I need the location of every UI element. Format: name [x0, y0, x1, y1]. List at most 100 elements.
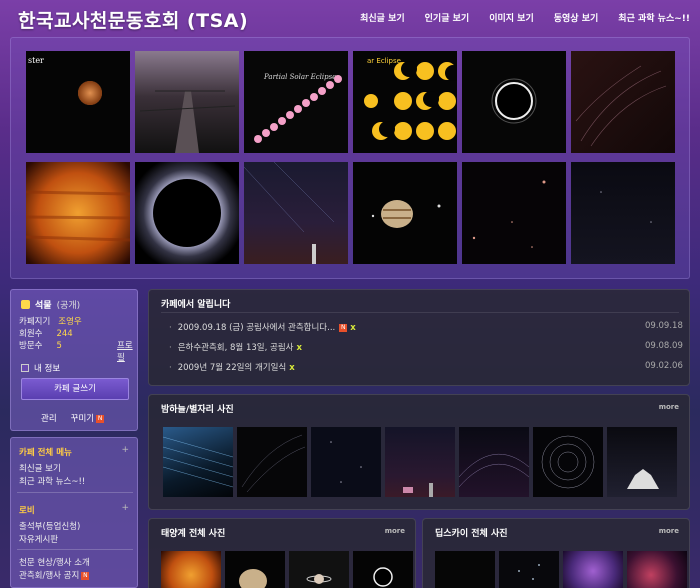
- starfield-photo[interactable]: [462, 162, 566, 264]
- attachment-x-icon: x: [296, 343, 302, 353]
- star-trail-photo[interactable]: [459, 427, 529, 497]
- partial-eclipse-sequence-photo[interactable]: Partial Solar Eclipse: [244, 51, 348, 153]
- castle-night-photo[interactable]: [607, 427, 677, 497]
- panel-divider: [161, 312, 679, 313]
- menu-item-observation-notice[interactable]: 관측회/행사 공지 N: [19, 569, 90, 581]
- notice-row[interactable]: · 2009.09.18 (금) 공림사에서 관측합니다... Nx 09.09.1…: [169, 321, 683, 333]
- total-eclipse-photo[interactable]: [462, 51, 566, 153]
- circular-trail-photo[interactable]: [533, 427, 603, 497]
- menu-head-lobby[interactable]: 로비: [19, 504, 35, 516]
- decorate-link[interactable]: 꾸미기 N: [70, 412, 105, 424]
- write-post-button[interactable]: 카페 글쓰기: [21, 378, 129, 400]
- night-sky-panel: 밤하늘/별자리 사진 more: [148, 394, 690, 510]
- menu-divider: [17, 492, 133, 493]
- notice-panel: 카페에서 알립니다 · 2009.09.18 (금) 공림사에서 관측합니다...…: [148, 289, 690, 386]
- checkbox-icon: [21, 364, 29, 372]
- deep-sky-photo[interactable]: [435, 551, 495, 588]
- attachment-x-icon: x: [350, 323, 356, 333]
- menu-item-astro-events[interactable]: 천문 현상/행사 소개: [19, 556, 90, 568]
- more-link[interactable]: more: [385, 527, 405, 535]
- notice-row[interactable]: · 은하수관측회, 8월 13일, 공림사 x 09.08.09: [169, 341, 683, 353]
- starfield-photo[interactable]: [311, 427, 381, 497]
- sun-photo[interactable]: [161, 551, 221, 588]
- saturn-photo[interactable]: [289, 551, 349, 588]
- members-label: 회원수: [19, 329, 43, 339]
- city-night-photo[interactable]: [385, 427, 455, 497]
- bullet-icon: ·: [169, 323, 172, 333]
- notice-date: 09.09.18: [645, 321, 683, 331]
- visits-row: 방문수 5 프로필: [19, 339, 139, 363]
- eclipse-photo[interactable]: [353, 551, 413, 588]
- jupiter-photo[interactable]: ster: [26, 51, 130, 153]
- night-sky-tower-photo[interactable]: [244, 162, 348, 264]
- panel-title: 밤하늘/별자리 사진: [161, 405, 234, 415]
- new-badge-icon: N: [96, 414, 105, 423]
- cafe-name: 석물: [35, 301, 52, 311]
- visits-label: 방문수: [19, 341, 43, 351]
- nav-videos[interactable]: 동영상 보기: [554, 11, 599, 24]
- menu-item-observation-label: 관측회/행사 공지: [19, 571, 80, 581]
- menu-divider: [17, 549, 133, 550]
- more-link[interactable]: more: [659, 527, 679, 535]
- cafe-icon: [21, 300, 30, 309]
- manager-value[interactable]: 조영우: [58, 317, 81, 327]
- visibility-label: (공개): [56, 301, 81, 311]
- my-info-label: 내 정보: [34, 364, 61, 374]
- menu-item-science-news[interactable]: 최근 과학 뉴스~!!: [19, 475, 85, 487]
- expand-plus-icon[interactable]: +: [121, 445, 129, 455]
- nav-images[interactable]: 이미지 보기: [489, 11, 534, 24]
- jupiter-photo[interactable]: [225, 551, 285, 588]
- cafe-profile-box: 석물 (공개) 카페지기 조영우 회원수 244 방문수 5 프로필 내 정보 카페 …: [10, 289, 138, 431]
- admin-link[interactable]: 관리: [41, 412, 57, 424]
- solar-system-panel: 태양계 전체 사진 more: [148, 518, 416, 588]
- thumb-caption: ar Eclipse: [367, 57, 401, 65]
- profile-link[interactable]: 프로필: [117, 339, 139, 363]
- members-row: 회원수 244: [19, 327, 73, 339]
- decorate-label: 꾸미기: [70, 414, 95, 424]
- notice-date: 09.08.09: [645, 341, 683, 351]
- corona-eclipse-photo[interactable]: [135, 162, 239, 264]
- star-trails-photo[interactable]: [571, 51, 675, 153]
- red-nebula-photo[interactable]: [627, 551, 687, 588]
- thumb-caption: Partial Solar Eclipse: [263, 73, 336, 81]
- nav-science-news[interactable]: 최근 과학 뉴스~!!: [618, 11, 690, 24]
- admin-row: 관리 꾸미기 N: [41, 412, 105, 424]
- menu-item-latest[interactable]: 최신글 보기: [19, 462, 61, 474]
- boardwalk-photo[interactable]: [135, 51, 239, 153]
- manager-label: 카페지기: [19, 317, 51, 327]
- new-badge-icon: N: [81, 571, 90, 580]
- site-title[interactable]: 한국교사천문동호회 (TSA): [18, 6, 248, 33]
- star-trail-photo[interactable]: [163, 427, 233, 497]
- panel-title: 딥스카이 전체 사진: [435, 529, 508, 539]
- star-cluster-photo[interactable]: [499, 551, 559, 588]
- dark-sky-photo[interactable]: [237, 427, 307, 497]
- notice-text: 은하수관측회, 8월 13일, 공림사: [177, 343, 294, 353]
- notice-text: 2009.09.18 (금) 공림사에서 관측합니다...: [177, 323, 336, 333]
- jupiter-moons-photo[interactable]: [353, 162, 457, 264]
- my-info[interactable]: 내 정보: [21, 362, 60, 374]
- members-value: 244: [56, 329, 73, 339]
- header: 한국교사천문동호회 (TSA) 최신글 보기 인기글 보기 이미지 보기 동영상…: [0, 0, 700, 34]
- menu-head-all[interactable]: 카페 전체 메뉴: [19, 446, 72, 458]
- panel-title: 태양계 전체 사진: [161, 529, 226, 539]
- notice-row[interactable]: · 2009년 7월 22일의 개기일식 x 09.02.06: [169, 361, 683, 373]
- nav-popular-posts[interactable]: 인기글 보기: [425, 11, 470, 24]
- nav-latest-posts[interactable]: 최신글 보기: [360, 11, 405, 24]
- bullet-icon: ·: [169, 363, 172, 373]
- sun-closeup-photo[interactable]: [26, 162, 130, 264]
- expand-plus-icon[interactable]: +: [121, 503, 129, 513]
- cafe-name-row: 석물 (공개): [21, 298, 80, 311]
- left-sidebar: 석물 (공개) 카페지기 조영우 회원수 244 방문수 5 프로필 내 정보 카페 …: [10, 289, 138, 588]
- attachment-x-icon: x: [289, 363, 295, 373]
- top-nav: 최신글 보기 인기글 보기 이미지 보기 동영상 보기 최근 과학 뉴스~!!: [360, 11, 690, 24]
- more-link[interactable]: more: [659, 403, 679, 411]
- deep-sky-panel: 딥스카이 전체 사진 more: [422, 518, 690, 588]
- panel-title: 카페에서 알립니다: [161, 300, 231, 310]
- notice-text: 2009년 7월 22일의 개기일식: [177, 363, 287, 373]
- menu-item-attendance[interactable]: 출석부(등업신청): [19, 520, 80, 532]
- nebula-photo[interactable]: [563, 551, 623, 588]
- dark-sky-photo[interactable]: [571, 162, 675, 264]
- eclipse-phases-grid-photo[interactable]: ar Eclipse: [353, 51, 457, 153]
- menu-item-free-board[interactable]: 자유게시판: [19, 533, 58, 545]
- cafe-menu-box: 카페 전체 메뉴 + 최신글 보기 최근 과학 뉴스~!! 로비 + 출석부(등…: [10, 437, 138, 588]
